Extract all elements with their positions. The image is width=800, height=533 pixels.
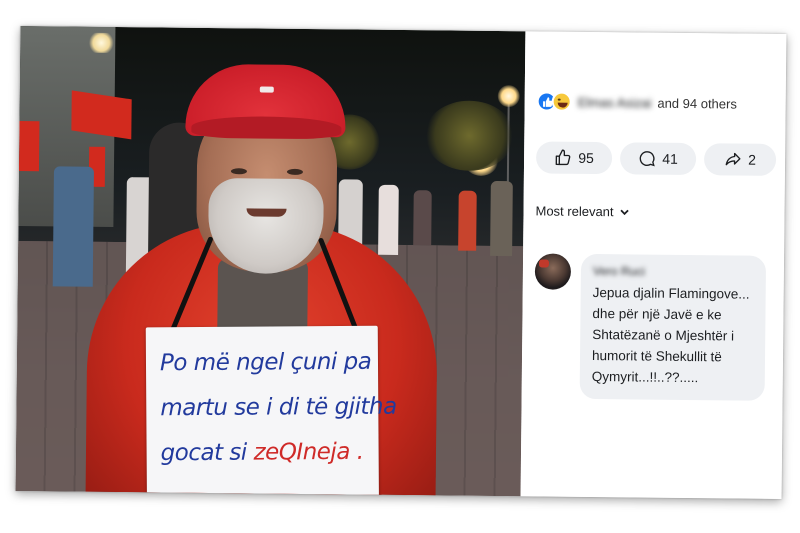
handwritten-sign: Po më ngel çuni pa martu se i di të gjit… [145, 325, 397, 497]
comment-author[interactable]: Vero Ruci [593, 264, 754, 280]
reactions-others[interactable]: and 94 others [657, 95, 737, 111]
share-arrow-icon [725, 152, 741, 166]
sign-line-3: gocat si zeQIneja . [160, 430, 370, 476]
comment-text: Jepua djalin Flamingove... dhe për një J… [591, 285, 750, 386]
comment-count: 41 [662, 150, 678, 167]
sign-line-1: Po më ngel çuni pa [159, 348, 372, 377]
like-count: 95 [578, 149, 594, 167]
post-photo[interactable]: Po më ngel çuni pa martu se i di të gjit… [15, 26, 526, 497]
comment-item: Vero Ruci Jepua djalin Flamingove... dhe… [534, 253, 767, 401]
comment-bubble-icon [639, 151, 655, 167]
post-card: Po më ngel çuni pa martu se i di të gjit… [15, 26, 787, 499]
comment-bubble: Vero Ruci Jepua djalin Flamingove... dhe… [579, 253, 767, 401]
chevron-down-icon [620, 209, 629, 215]
post-sidebar: Elmas Asizai and 94 others 95 41 2 Most … [520, 31, 787, 499]
share-count: 2 [748, 151, 757, 168]
commenter-avatar[interactable] [534, 253, 572, 290]
albanian-flag [18, 120, 40, 172]
sign-line-2: martu se i di të gjitha [160, 393, 397, 422]
share-button[interactable]: 2 [703, 143, 777, 176]
sign-line-3-text: gocat si [160, 439, 254, 467]
haha-icon [551, 91, 572, 112]
post-actions: 95 41 2 [535, 141, 777, 176]
comment-button[interactable]: 41 [619, 142, 697, 176]
reactor-name[interactable]: Elmas Asizai [578, 94, 652, 110]
like-button[interactable]: 95 [535, 141, 613, 175]
sort-label: Most relevant [535, 203, 614, 220]
sign-line-3-accent: zeQIneja . [253, 438, 364, 466]
thumbs-up-icon [555, 149, 571, 166]
comment-sort-dropdown[interactable]: Most relevant [535, 203, 629, 219]
reactions-summary[interactable]: Elmas Asizai and 94 others [536, 91, 737, 113]
